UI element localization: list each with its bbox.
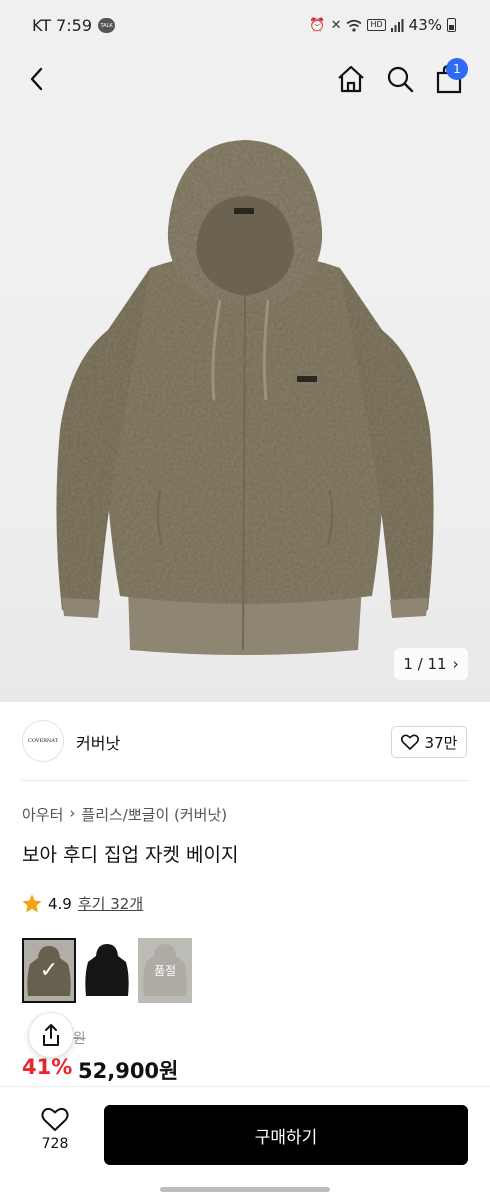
home-icon — [338, 65, 364, 93]
silent-icon: ✕ — [330, 17, 342, 33]
brand-like-button[interactable]: 37만 — [391, 726, 467, 758]
chevron-right-icon: › — [452, 655, 459, 673]
sold-out-label: 품절 — [153, 964, 177, 978]
star-icon — [22, 894, 42, 913]
status-bar: KT 7:59 TALK ⏰ ✕ HD 43% — [0, 0, 490, 52]
heart-icon — [41, 1107, 69, 1131]
search-icon — [387, 66, 414, 93]
pager-text: 1 / 11 — [403, 655, 447, 673]
swatch-black[interactable] — [80, 938, 134, 1003]
swatch-gray-sold-out[interactable]: 품절 — [138, 938, 192, 1003]
review-link[interactable]: 후기 32개 — [78, 893, 143, 914]
share-button[interactable] — [28, 1012, 74, 1058]
wishlist-count: 728 — [41, 1136, 69, 1152]
wifi-icon — [346, 19, 362, 32]
product-photo — [56, 140, 434, 655]
home-button[interactable] — [334, 62, 368, 96]
status-time: KT 7:59 — [32, 16, 93, 35]
rating-score: 4.9 — [48, 894, 72, 913]
breadcrumb-category[interactable]: 아우터 — [22, 804, 63, 825]
image-pager[interactable]: 1 / 11 › — [394, 648, 468, 680]
breadcrumb: 아우터 › 플리스/뽀글이 (커버낫) — [22, 804, 227, 825]
breadcrumb-subcategory[interactable]: 플리스/뽀글이 (커버낫) — [81, 804, 227, 825]
rating-row: 4.9 후기 32개 — [22, 893, 143, 914]
divider — [22, 780, 468, 781]
buy-button[interactable]: 구매하기 — [104, 1105, 468, 1165]
color-swatches: ✓ 품절 — [22, 938, 192, 1003]
chevron-left-icon — [30, 67, 43, 91]
product-title: 보아 후디 집업 자켓 베이지 — [22, 844, 239, 866]
swatch-beige[interactable]: ✓ — [22, 938, 76, 1003]
bottom-action-bar: 728 구매하기 — [0, 1086, 490, 1200]
selected-check-icon: ✓ — [24, 940, 74, 1001]
discount-rate: 41% — [22, 1055, 73, 1079]
brand-like-count: 37만 — [424, 733, 458, 752]
breadcrumb-separator: › — [69, 804, 76, 822]
product-image-gallery[interactable]: 1 1 / 11 › — [0, 52, 490, 702]
battery-icon — [447, 18, 456, 32]
signal-icon — [390, 18, 404, 32]
share-icon — [43, 1024, 59, 1046]
back-button[interactable] — [20, 62, 54, 96]
home-indicator[interactable] — [160, 1187, 330, 1192]
hd-voice-icon: HD — [367, 19, 386, 31]
brand-row: COVERNAT 커버낫 37만 — [0, 716, 490, 780]
swatch-black-image — [80, 938, 134, 1003]
wishlist-button[interactable]: 728 — [30, 1107, 80, 1152]
alarm-icon: ⏰ — [309, 17, 326, 33]
heart-icon — [400, 734, 419, 750]
search-button[interactable] — [383, 62, 417, 96]
brand-name[interactable]: 커버낫 — [76, 730, 120, 754]
brand-logo-text: COVERNAT — [28, 738, 58, 744]
brand-logo[interactable]: COVERNAT — [22, 720, 64, 762]
cart-count-badge: 1 — [446, 58, 468, 80]
sale-price: 52,900원 — [78, 1059, 179, 1083]
battery-percent: 43% — [408, 16, 442, 34]
talk-notification-icon: TALK — [98, 18, 116, 33]
